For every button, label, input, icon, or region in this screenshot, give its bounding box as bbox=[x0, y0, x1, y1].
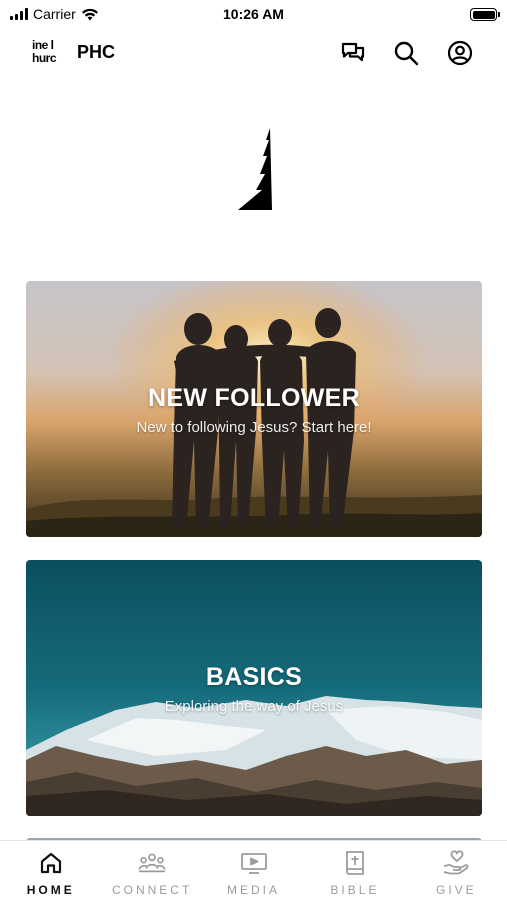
card-subtitle: New to following Jesus? Start here! bbox=[136, 419, 372, 436]
battery-icon bbox=[470, 8, 500, 21]
tab-home[interactable]: HOME bbox=[0, 841, 101, 900]
card-title: NEW FOLLOWER bbox=[148, 384, 360, 412]
tree-logo-icon bbox=[238, 128, 272, 210]
card-basics-text: BASICS Exploring the way of Jesus bbox=[26, 663, 482, 715]
tab-label: HOME bbox=[26, 883, 75, 897]
media-icon bbox=[240, 853, 267, 874]
profile-icon bbox=[447, 40, 473, 66]
chat-button[interactable] bbox=[339, 39, 367, 67]
tab-bar: HOME CONNECT MEDIA BIBLE GIVE bbox=[0, 840, 507, 900]
card-new-follower[interactable]: NEW FOLLOWER New to following Jesus? Sta… bbox=[26, 281, 482, 537]
tab-give[interactable]: GIVE bbox=[406, 841, 507, 900]
church-logo[interactable]: ine l hurc bbox=[32, 39, 62, 67]
tab-label: BIBLE bbox=[330, 883, 380, 897]
logo-text-line2: hurc bbox=[32, 51, 57, 65]
give-icon bbox=[444, 850, 469, 875]
people-icon bbox=[138, 853, 166, 873]
tab-label: GIVE bbox=[435, 883, 477, 897]
app-title: PHC bbox=[77, 42, 116, 62]
tab-bible[interactable]: BIBLE bbox=[304, 841, 405, 900]
card-basics[interactable]: BASICS Exploring the way of Jesus bbox=[26, 560, 482, 816]
chat-icon bbox=[341, 42, 365, 62]
card-new-follower-text: NEW FOLLOWER New to following Jesus? Sta… bbox=[26, 384, 482, 436]
home-icon bbox=[40, 852, 61, 874]
search-button[interactable] bbox=[392, 39, 420, 67]
tab-media[interactable]: MEDIA bbox=[203, 841, 304, 900]
status-time: 10:26 AM bbox=[223, 6, 284, 22]
card-title: BASICS bbox=[205, 663, 303, 691]
card-subtitle: Exploring the way of Jesus bbox=[164, 698, 344, 715]
top-nav: ine l hurc PHC bbox=[0, 30, 507, 76]
bible-icon bbox=[346, 851, 364, 875]
tab-label: CONNECT bbox=[111, 883, 193, 897]
status-bar: Carrier 10:26 AM bbox=[0, 0, 507, 28]
tab-connect[interactable]: CONNECT bbox=[101, 841, 202, 900]
search-icon bbox=[394, 41, 419, 66]
tab-label: MEDIA bbox=[227, 883, 281, 897]
profile-button[interactable] bbox=[446, 39, 474, 67]
